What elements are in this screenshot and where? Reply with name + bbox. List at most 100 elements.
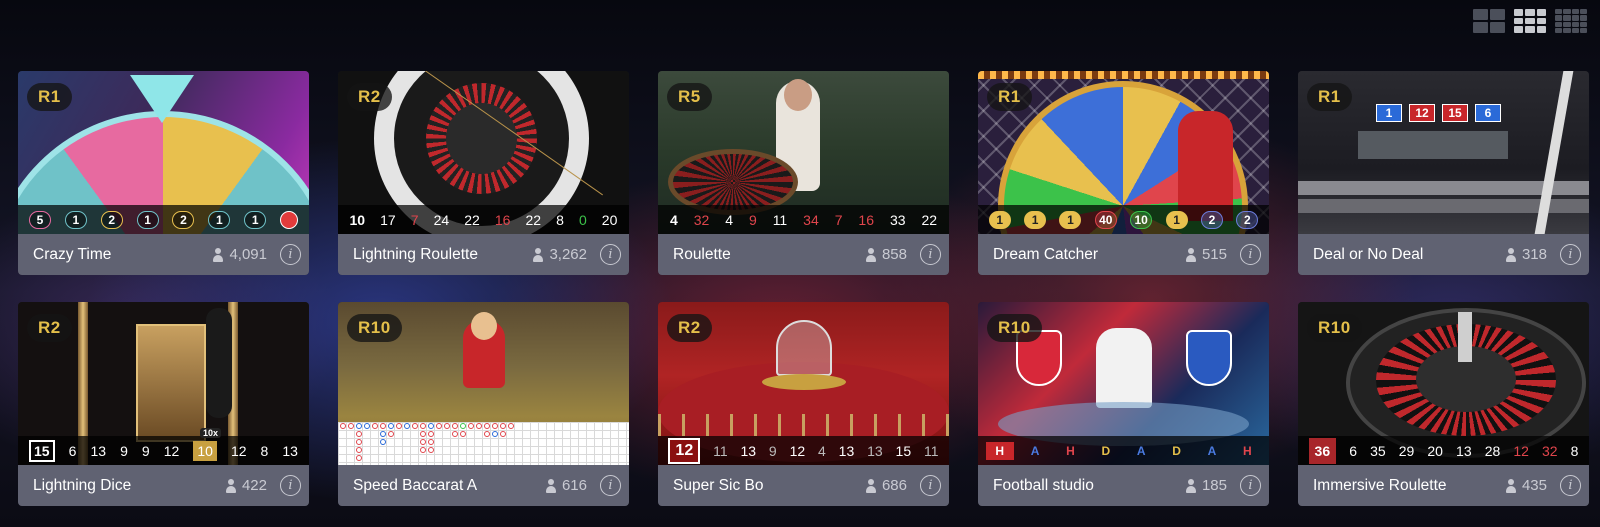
road-marker bbox=[356, 447, 362, 453]
person-icon bbox=[1505, 478, 1517, 493]
info-icon[interactable]: i bbox=[920, 475, 941, 496]
game-title: Crazy Time bbox=[33, 245, 112, 263]
multiplier-tag: 10x bbox=[200, 428, 222, 438]
game-info-bar[interactable]: Immersive Roulette 435 i bbox=[1298, 465, 1589, 506]
game-card-speed-baccarat-a[interactable]: R10 Speed Baccarat A 616 i bbox=[338, 302, 629, 506]
game-card-football-studio[interactable]: R10 H A H D A D A H Football studio 185 i bbox=[978, 302, 1269, 506]
result-item: 13 bbox=[867, 442, 883, 459]
game-card-lightning-dice[interactable]: R2 15 6 13 9 9 12 10 10x 12 8 13 Lightning Dice 422 i bbox=[18, 302, 309, 506]
info-icon[interactable]: i bbox=[1240, 475, 1261, 496]
result-item: H bbox=[1066, 443, 1075, 458]
game-info-bar[interactable]: Crazy Time 4,091 i bbox=[18, 234, 309, 275]
game-card-roulette[interactable]: R5 4 32 4 9 11 34 7 16 33 22 Roulette 858 i bbox=[658, 71, 949, 275]
info-icon[interactable]: i bbox=[920, 244, 941, 265]
game-card-crazy-time[interactable]: R1 5 1 2 1 2 1 1 Crazy Time 4,091 i bbox=[18, 71, 309, 275]
road-marker bbox=[484, 423, 490, 429]
game-thumbnail[interactable]: R1 1 12 15 6 bbox=[1298, 71, 1589, 234]
road-marker bbox=[356, 431, 362, 437]
game-thumbnail[interactable]: R10 36 6 35 29 20 13 28 12 32 8 bbox=[1298, 302, 1589, 465]
result-item: 10 bbox=[193, 440, 217, 461]
game-card-lightning-roulette[interactable]: R2 10 17 7 24 22 16 22 8 0 20 Lightning Roulette 3,2… bbox=[338, 71, 629, 275]
round-badge: R2 bbox=[27, 314, 72, 342]
result-item: 33 bbox=[889, 211, 906, 228]
result-item: 9 bbox=[141, 442, 150, 459]
game-info-bar[interactable]: Roulette 858 i bbox=[658, 234, 949, 275]
round-badge: R10 bbox=[347, 314, 402, 342]
road-marker bbox=[428, 439, 434, 445]
person-icon bbox=[1185, 247, 1197, 262]
game-info-bar[interactable]: Football studio 185 i bbox=[978, 465, 1269, 506]
game-thumbnail[interactable]: R1 1 1 1 40 10 1 2 2 bbox=[978, 71, 1269, 234]
result-item: 12 bbox=[163, 442, 180, 459]
game-info-bar[interactable]: Lightning Roulette 3,262 i bbox=[338, 234, 629, 275]
game-info-bar[interactable]: Lightning Dice 422 i bbox=[18, 465, 309, 506]
view-small-icon[interactable] bbox=[1555, 9, 1587, 33]
road-marker bbox=[428, 431, 434, 437]
player-count-value: 422 bbox=[241, 477, 267, 494]
game-thumbnail[interactable]: R2 15 6 13 9 9 12 10 10x 12 8 13 bbox=[18, 302, 309, 465]
game-thumbnail[interactable]: R2 10 17 7 24 22 16 22 8 0 20 bbox=[338, 71, 629, 234]
game-info-bar[interactable]: Super Sic Bo 686 i bbox=[658, 465, 949, 506]
road-marker bbox=[364, 423, 370, 429]
road-marker bbox=[428, 447, 434, 453]
round-badge: R5 bbox=[667, 83, 712, 111]
info-icon[interactable]: i bbox=[1560, 244, 1581, 265]
result-item: 9 bbox=[748, 211, 757, 228]
result-item: 29 bbox=[1398, 442, 1415, 459]
info-icon[interactable]: i bbox=[280, 244, 301, 265]
game-thumbnail[interactable]: R5 4 32 4 9 11 34 7 16 33 22 bbox=[658, 71, 949, 234]
road-marker bbox=[420, 423, 426, 429]
result-item: 2 bbox=[1200, 210, 1223, 229]
view-large-icon[interactable] bbox=[1473, 9, 1505, 33]
round-badge: R1 bbox=[27, 83, 72, 111]
game-thumbnail[interactable]: R10 bbox=[338, 302, 629, 465]
game-thumbnail[interactable]: R1 5 1 2 1 2 1 1 bbox=[18, 71, 309, 234]
result-item: H bbox=[985, 441, 1014, 460]
info-icon[interactable]: i bbox=[600, 244, 621, 265]
game-card-deal-or-no-deal[interactable]: R1 1 12 15 6 Deal or No Deal 318 i bbox=[1298, 71, 1589, 275]
round-badge: R2 bbox=[347, 83, 392, 111]
result-item: 4 bbox=[818, 442, 826, 459]
game-info-bar[interactable]: Speed Baccarat A 616 i bbox=[338, 465, 629, 506]
result-item: H bbox=[1242, 443, 1252, 458]
road-marker bbox=[444, 423, 450, 429]
results-history: 1 1 1 40 10 1 2 2 bbox=[978, 205, 1269, 234]
game-card-immersive-roulette[interactable]: R10 36 6 35 29 20 13 28 12 32 8 Immersive Roulette 4… bbox=[1298, 302, 1589, 506]
road-marker bbox=[348, 423, 354, 429]
info-icon[interactable]: i bbox=[1560, 475, 1581, 496]
round-badge: R10 bbox=[987, 314, 1042, 342]
road-marker bbox=[500, 431, 506, 437]
road-marker bbox=[492, 431, 498, 437]
info-icon[interactable]: i bbox=[600, 475, 621, 496]
result-item: 16 bbox=[494, 211, 511, 228]
game-info-bar[interactable]: Deal or No Deal 318 i bbox=[1298, 234, 1589, 275]
game-info-bar[interactable]: Dream Catcher 515 i bbox=[978, 234, 1269, 275]
road-marker bbox=[420, 431, 426, 437]
game-grid: R1 5 1 2 1 2 1 1 Crazy Time 4,091 i R2 10 17 7 24 22 16 2… bbox=[18, 71, 1589, 506]
briefcase-number: 12 bbox=[1409, 104, 1435, 122]
result-item: 20 bbox=[601, 211, 618, 228]
result-item: 13 bbox=[740, 442, 757, 459]
road-marker bbox=[452, 423, 458, 429]
info-icon[interactable]: i bbox=[1240, 244, 1261, 265]
result-item: 7 bbox=[834, 211, 843, 228]
person-icon bbox=[865, 247, 877, 262]
game-thumbnail[interactable]: R10 H A H D A D A H bbox=[978, 302, 1269, 465]
game-thumbnail[interactable]: R2 12 11 13 9 12 4 13 13 15 11 bbox=[658, 302, 949, 465]
game-card-dream-catcher[interactable]: R1 1 1 1 40 10 1 2 2 Dream Catcher 515 i bbox=[978, 71, 1269, 275]
road-marker bbox=[340, 423, 346, 429]
player-count-value: 858 bbox=[881, 246, 907, 263]
result-item: 16 bbox=[858, 211, 874, 228]
round-badge: R1 bbox=[1307, 83, 1352, 111]
info-icon[interactable]: i bbox=[280, 475, 301, 496]
results-history: 36 6 35 29 20 13 28 12 32 8 bbox=[1298, 436, 1589, 465]
road-marker bbox=[484, 431, 490, 437]
view-medium-icon[interactable] bbox=[1514, 9, 1546, 33]
result-item: 1 bbox=[136, 210, 159, 229]
result-item: 4 bbox=[725, 211, 734, 228]
result-item: 22 bbox=[464, 211, 480, 228]
briefcase-numbers: 1 12 15 6 bbox=[1376, 104, 1501, 122]
person-icon bbox=[1185, 478, 1197, 493]
game-card-super-sic-bo[interactable]: R2 12 11 13 9 12 4 13 13 15 11 Super Sic Bo 686 i bbox=[658, 302, 949, 506]
result-item: 32 bbox=[693, 211, 710, 228]
